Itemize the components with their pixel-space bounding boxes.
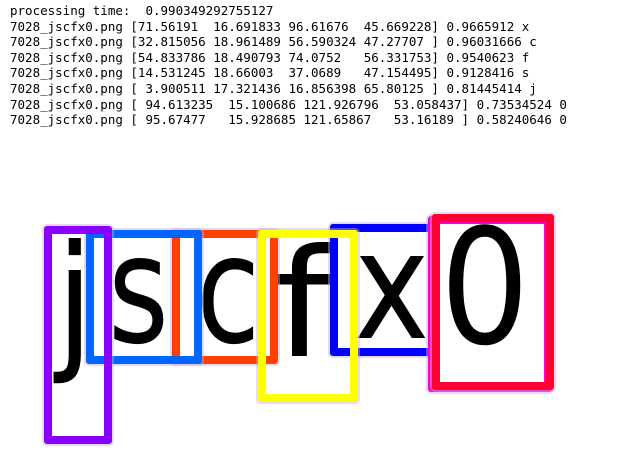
detection-line-c: 7028_jscfx0.png [32.815056 18.961489 56.…: [10, 34, 537, 50]
detection-box-j: [44, 226, 112, 444]
detection-line-x: 7028_jscfx0.png [71.56191 16.691833 96.6…: [10, 18, 530, 34]
detection-line-f: 7028_jscfx0.png [54.833786 18.490793 74.…: [10, 49, 530, 65]
detection-line-0a: 7028_jscfx0.png [ 94.613235 15.100686 12…: [10, 96, 567, 112]
detection-line-s: 7028_jscfx0.png [14.531245 18.66003 37.0…: [10, 65, 530, 81]
detection-box-0-primary: [432, 214, 554, 390]
console-output: processing time: 0.990349292755127 7028_…: [10, 3, 635, 128]
detection-line-j: 7028_jscfx0.png [ 3.900511 17.321436 16.…: [10, 80, 537, 96]
captcha-image-with-detections: j s c f x 0: [0, 200, 642, 461]
detection-box-f: [258, 230, 358, 402]
processing-time-line: processing time: 0.990349292755127: [10, 3, 274, 18]
detection-line-0b: 7028_jscfx0.png [ 95.67477 15.928685 121…: [10, 112, 567, 128]
